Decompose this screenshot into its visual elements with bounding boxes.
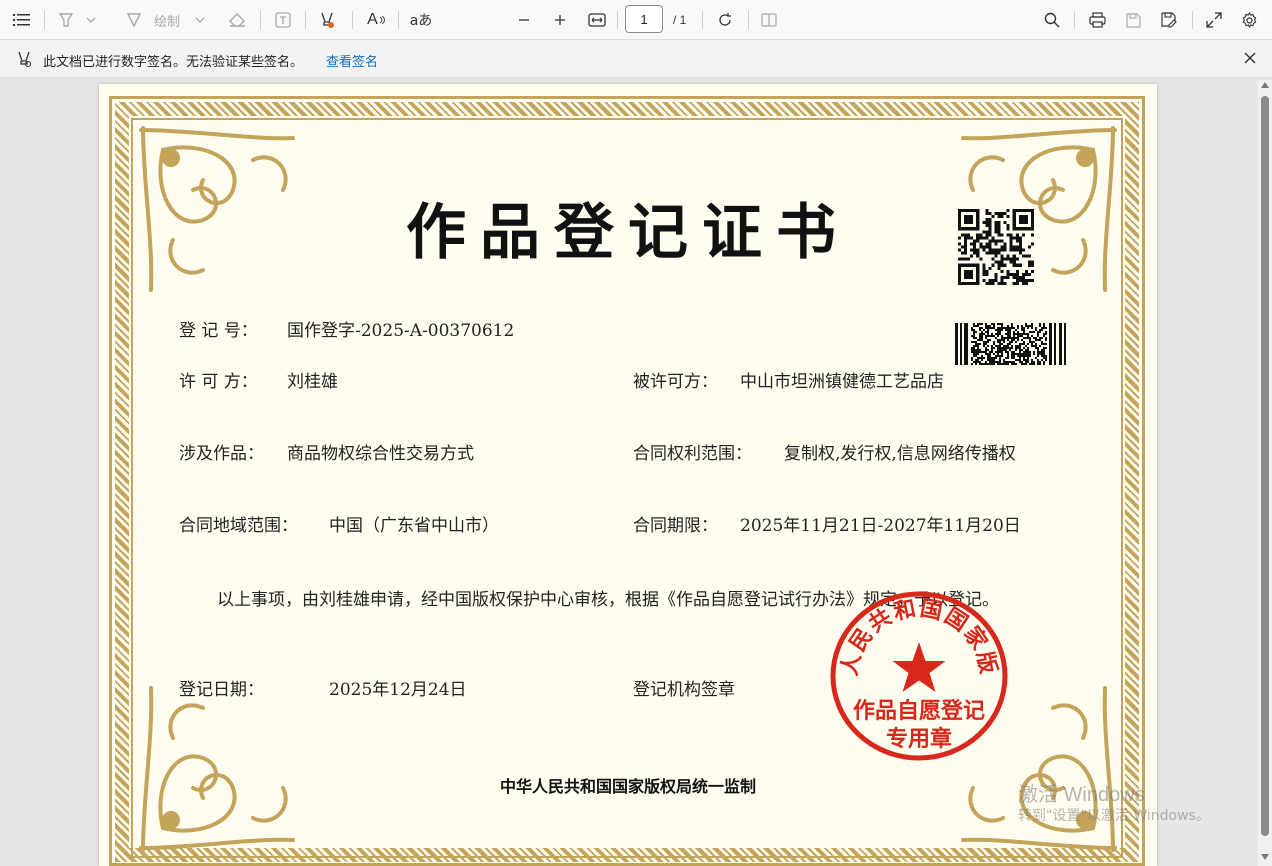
- seal-star-icon: [892, 642, 946, 692]
- licensee-label: 被许可方：: [633, 372, 718, 392]
- page-number-input[interactable]: [625, 5, 663, 33]
- rotate-icon[interactable]: [713, 6, 737, 34]
- date-value: 2025年12月24日: [329, 680, 467, 700]
- official-red-seal: 中华人民共和国国家版权局 作品自愿登记 专用章: [827, 590, 1008, 761]
- page-view-icon[interactable]: [758, 6, 780, 34]
- translate-icon: aあ: [409, 13, 433, 29]
- scroll-up-arrow-icon[interactable]: [1261, 82, 1269, 88]
- signature-icon[interactable]: [316, 6, 338, 34]
- certificate-footer: 中华人民共和国国家版权局统一监制: [499, 777, 756, 796]
- contents-icon[interactable]: [10, 6, 34, 34]
- save-as-icon[interactable]: [1158, 6, 1180, 34]
- reg-no-value: 国作登字-2025-A-00370612: [287, 321, 515, 341]
- qr-code: [958, 209, 1034, 285]
- signature-message: 此文档已进行数字签名。无法验证某些签名。: [43, 55, 304, 70]
- settings-icon[interactable]: [1238, 6, 1260, 34]
- read-aloud-icon: A: [367, 11, 378, 28]
- date-label: 登记日期：: [179, 680, 264, 700]
- licensor-value: 刘桂雄: [287, 372, 338, 392]
- work-label: 涉及作品：: [179, 444, 264, 464]
- seal-label: 登记机构签章: [633, 680, 735, 700]
- text-box-icon[interactable]: [272, 6, 294, 34]
- corner-ornament-bottom-left: [139, 686, 295, 852]
- licensor-label: 许 可 方：: [179, 372, 258, 392]
- print-icon[interactable]: [1085, 6, 1109, 34]
- draw-button[interactable]: 绘制: [120, 6, 186, 34]
- term-label: 合同期限：: [633, 516, 718, 536]
- scope-value: 复制权,发行权,信息网络传播权: [784, 444, 1016, 464]
- seal-line-1: 作品自愿登记: [853, 698, 985, 724]
- reg-no-label: 登 记 号：: [179, 321, 258, 341]
- translate-button[interactable]: aあ: [408, 6, 434, 34]
- certificate-page: 作品登记证书 登 记 号： 国作登字-2025-A-00370612 许 可 方…: [99, 84, 1157, 866]
- pdf-toolbar: 绘制 A aあ / 1: [0, 0, 1272, 40]
- draw-dropdown-chevron-icon[interactable]: [193, 6, 207, 34]
- highlight-icon[interactable]: [55, 6, 77, 34]
- draw-label: 绘制: [153, 14, 180, 30]
- search-icon[interactable]: [1041, 6, 1063, 34]
- term-value: 2025年11月21日-2027年11月20日: [740, 516, 1021, 536]
- signature-icon: [16, 50, 32, 72]
- region-label: 合同地域范围：: [179, 516, 298, 536]
- activate-windows-title: 激活 Windows: [1018, 784, 1145, 806]
- save-icon[interactable]: [1122, 6, 1144, 34]
- licensee-value: 中山市坦洲镇健德工艺品店: [740, 372, 944, 392]
- scope-label: 合同权利范围：: [633, 444, 752, 464]
- work-value: 商品物权综合性交易方式: [287, 444, 474, 464]
- scroll-thumb[interactable]: [1261, 96, 1269, 836]
- close-icon[interactable]: [1242, 50, 1258, 70]
- scroll-down-arrow-icon[interactable]: [1261, 854, 1269, 860]
- fullscreen-icon[interactable]: [1203, 6, 1225, 34]
- zoom-out-icon[interactable]: [514, 6, 534, 34]
- zoom-in-icon[interactable]: [550, 6, 570, 34]
- activate-windows-hint: 转到"设置"以激活 Windows。: [1018, 808, 1210, 824]
- seal-line-2: 专用章: [886, 726, 952, 752]
- draw-icon: [126, 13, 142, 28]
- eraser-icon[interactable]: [226, 6, 248, 34]
- region-value: 中国（广东省中山市）: [329, 516, 499, 536]
- view-signature-link[interactable]: 查看签名: [326, 51, 378, 70]
- barcode: [955, 323, 1066, 365]
- read-aloud-button[interactable]: A: [364, 6, 388, 34]
- vertical-scrollbar[interactable]: [1258, 80, 1272, 866]
- fit-width-icon[interactable]: [585, 6, 609, 34]
- page-total: / 1: [673, 13, 687, 27]
- signature-info-bar: 此文档已进行数字签名。无法验证某些签名。 查看签名: [0, 40, 1272, 78]
- highlight-dropdown-chevron-icon[interactable]: [84, 6, 98, 34]
